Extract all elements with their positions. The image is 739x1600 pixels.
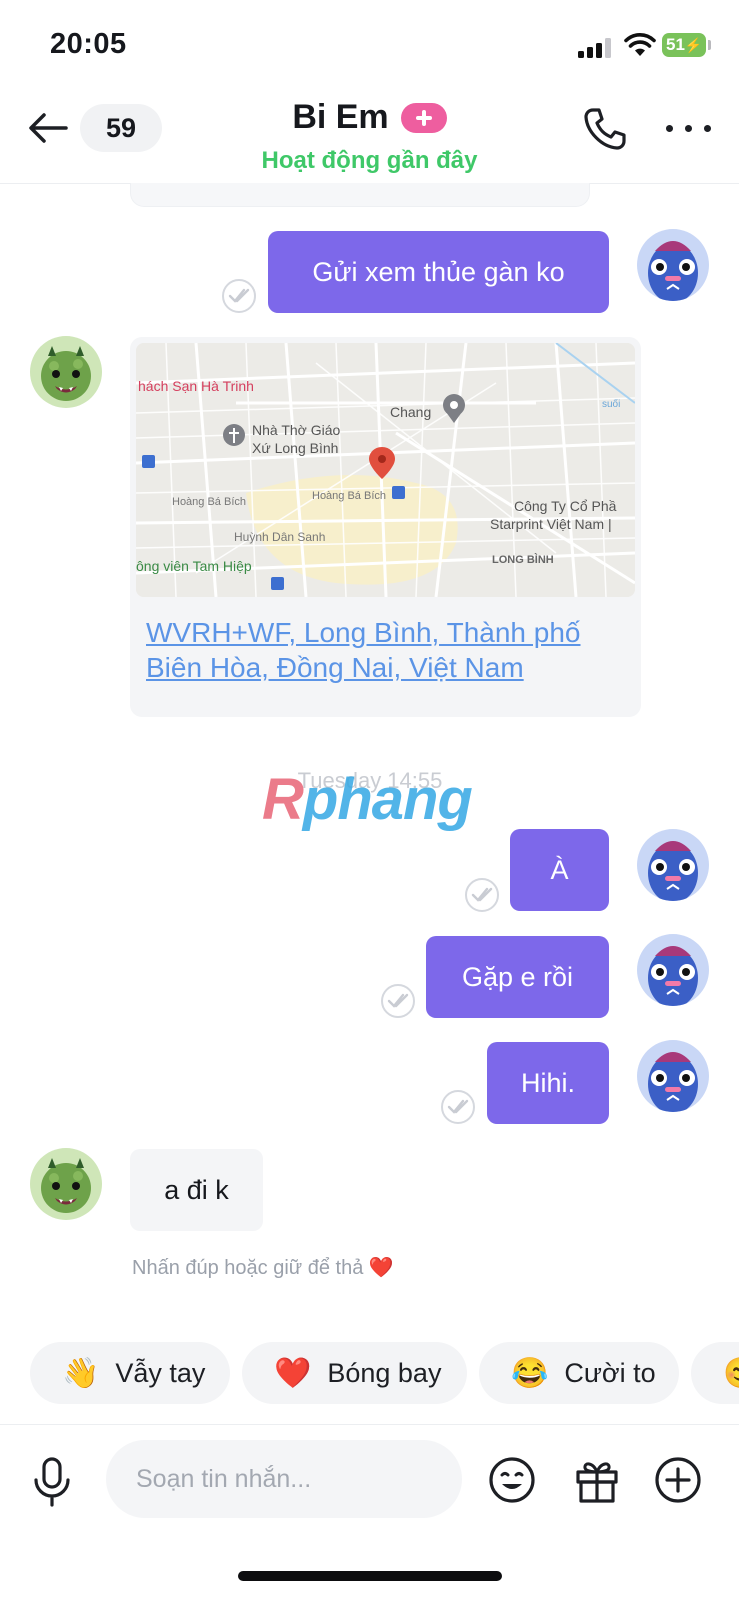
map-label-church-1: Nhà Thờ Giáo — [252, 422, 341, 438]
map-label-district: LONG BÌNH — [492, 553, 554, 566]
battery-icon: 51⚡ — [662, 33, 706, 57]
message-bubble-outgoing[interactable]: Gửi xem thủe gàn ko — [268, 231, 609, 313]
map-label-street-3: Huỳnh Dân Sanh — [234, 530, 325, 544]
contact-avatar[interactable] — [30, 1148, 102, 1220]
my-avatar[interactable] — [637, 229, 709, 301]
map-label-chang: Chang — [390, 404, 431, 420]
more-icon[interactable] — [666, 122, 712, 134]
map-label-river: suối — [602, 398, 620, 410]
plus-circle-icon[interactable] — [654, 1456, 702, 1504]
emoji-icon[interactable] — [488, 1456, 536, 1504]
wifi-icon — [624, 33, 656, 56]
watermark-part-2: phang — [302, 767, 473, 832]
mic-icon[interactable] — [32, 1456, 72, 1508]
gift-icon[interactable] — [574, 1456, 620, 1504]
wave-icon: 👋 — [62, 1356, 100, 1390]
battery-cap — [708, 40, 711, 50]
quick-reply-label: Vẫy tay — [115, 1357, 206, 1388]
seen-check-icon — [465, 878, 499, 912]
quick-reply-more[interactable]: 😊 — [691, 1342, 739, 1404]
watermark-part-1: R — [262, 767, 304, 832]
message-bubble-outgoing[interactable]: À — [510, 829, 609, 911]
message-bubble-outgoing[interactable]: Hihi. — [487, 1042, 609, 1124]
contact-avatar[interactable] — [30, 336, 102, 408]
location-address-link[interactable]: WVRH+WF, Long Bình, Thành phố Biên Hòa, … — [146, 615, 626, 685]
message-text: Gửi xem thủe gàn ko — [312, 256, 565, 287]
plus-badge-icon[interactable] — [400, 102, 447, 133]
status-time: 20:05 — [50, 28, 127, 60]
my-avatar[interactable] — [637, 934, 709, 1006]
message-text: À — [550, 854, 569, 885]
message-text: a đi k — [164, 1174, 229, 1205]
phone-icon[interactable] — [582, 106, 628, 152]
message-bubble-incoming[interactable]: a đi k — [130, 1149, 263, 1231]
map-label-company-2: Starprint Việt Nam | — [490, 516, 612, 532]
map-label-street-2: Hoàng Bá Bích — [312, 490, 386, 502]
map-label-park: ông viên Tam Hiệp — [136, 558, 252, 574]
chat-screen: 20:05 51⚡ 59 Bi Em Hoạt động gần đây Gửi… — [0, 0, 739, 1600]
heart-icon: ❤️ — [368, 1257, 394, 1279]
quick-reply-label: Bóng bay — [327, 1357, 442, 1388]
reaction-hint-text: Nhấn đúp hoặc giữ để thả — [132, 1257, 364, 1279]
map-preview[interactable]: hách Sạn Hà Trinh Chang Nhà Thờ Giáo Xứ … — [136, 343, 635, 597]
chat-title[interactable]: Bi Em — [292, 98, 388, 137]
quick-reply-laugh[interactable]: 😂 Cười to — [479, 1342, 679, 1404]
quick-reply-bar: 👋 Vẫy tay ❤️ Bóng bay 😂 Cười to 😊 — [0, 1342, 739, 1406]
battery-level: 51 — [666, 35, 685, 54]
seen-check-icon — [441, 1090, 475, 1124]
my-avatar[interactable] — [637, 829, 709, 901]
previous-message-bubble[interactable] — [130, 183, 590, 207]
laugh-icon: 😂 — [511, 1356, 549, 1390]
status-bar: 20:05 51⚡ — [0, 0, 739, 92]
seen-check-icon — [222, 279, 256, 313]
chat-header: 59 Bi Em Hoạt động gần đây — [0, 92, 739, 184]
cellular-signal-icon — [578, 36, 614, 58]
composer-divider — [0, 1424, 739, 1425]
map-label-company-1: Công Ty Cổ Phầ — [514, 498, 617, 514]
location-card[interactable]: hách Sạn Hà Trinh Chang Nhà Thờ Giáo Xứ … — [130, 337, 641, 717]
chat-title-wrap[interactable]: Bi Em — [200, 98, 539, 137]
message-input[interactable] — [106, 1440, 462, 1518]
heart-icon: ❤️ — [274, 1356, 312, 1390]
smile-icon: 😊 — [723, 1356, 739, 1391]
watermark-logo: Rphang — [262, 766, 473, 833]
my-avatar[interactable] — [637, 1040, 709, 1112]
map-label-street-1: Hoàng Bá Bích — [172, 496, 246, 508]
map-label-hotel: hách Sạn Hà Trinh — [138, 378, 254, 394]
home-indicator[interactable] — [238, 1571, 502, 1581]
chat-status: Hoạt động gần đây — [261, 147, 478, 174]
quick-reply-label: Cười to — [564, 1357, 656, 1388]
back-arrow-icon[interactable] — [26, 108, 70, 148]
message-text: Hihi. — [520, 1067, 575, 1098]
map-label-church-2: Xứ Long Bình — [252, 440, 338, 456]
message-bubble-outgoing[interactable]: Gặp e rồi — [426, 936, 609, 1018]
quick-reply-wave[interactable]: 👋 Vẫy tay — [30, 1342, 230, 1404]
seen-check-icon — [381, 984, 415, 1018]
unread-count-badge[interactable]: 59 — [80, 104, 162, 152]
quick-reply-balloon[interactable]: ❤️ Bóng bay — [242, 1342, 467, 1404]
reaction-hint: Nhấn đúp hoặc giữ để thả ❤️ — [132, 1255, 394, 1280]
message-text: Gặp e rồi — [461, 961, 574, 992]
